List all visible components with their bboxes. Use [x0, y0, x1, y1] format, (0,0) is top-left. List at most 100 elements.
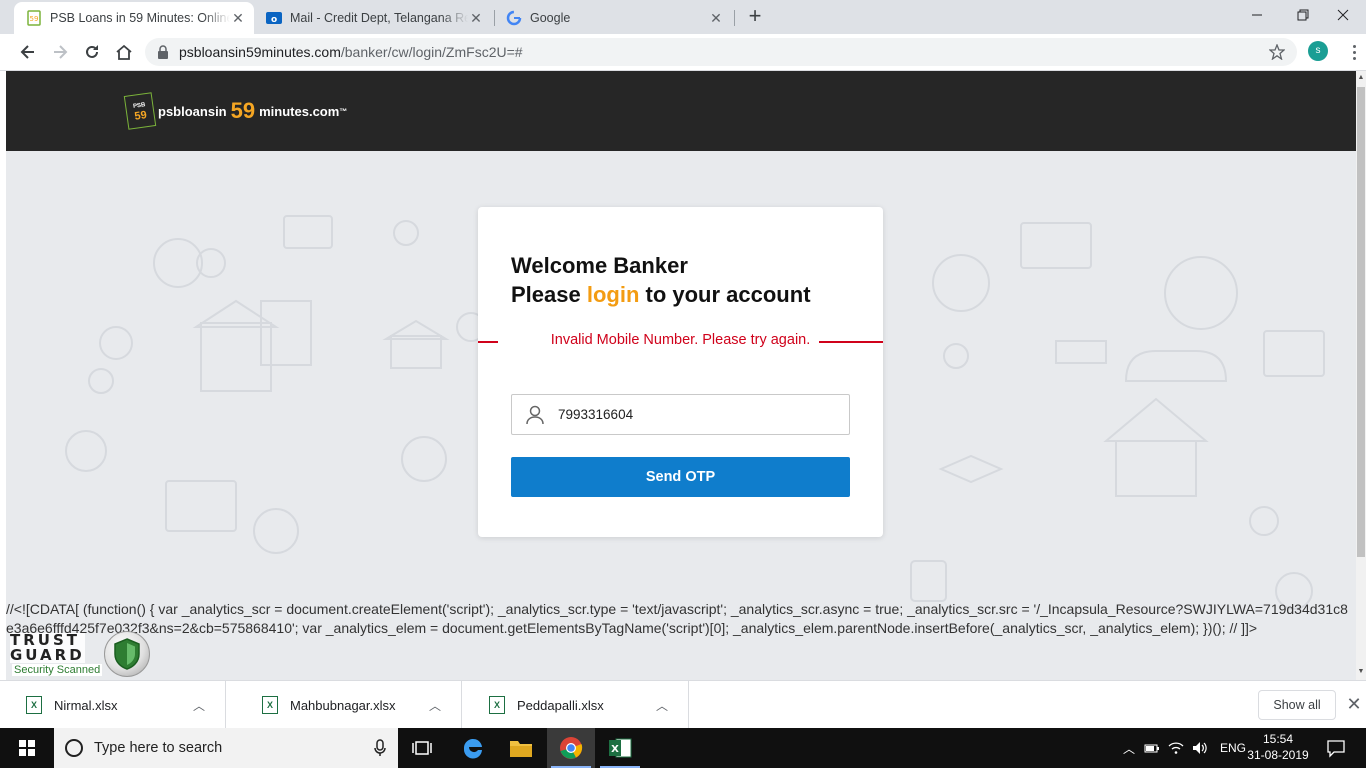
windows-logo-icon [19, 740, 35, 756]
login-card: Welcome Banker Please login to your acco… [478, 207, 883, 537]
taskbar-excel[interactable]: X [596, 728, 644, 768]
heading-post: to your account [639, 282, 811, 307]
trust-guard-seal[interactable]: TRUST GUARD Security Scanned [6, 631, 154, 679]
bookmark-star-icon[interactable] [1269, 44, 1285, 60]
battery-icon[interactable] [1144, 741, 1160, 755]
address-bar[interactable]: psbloansin59minutes.com/banker/cw/login/… [145, 38, 1297, 66]
restore-icon [1297, 9, 1309, 21]
mobile-number-field[interactable] [511, 394, 850, 435]
scroll-down-arrow-icon[interactable]: ▼ [1357, 667, 1365, 677]
microphone-icon[interactable] [374, 739, 386, 757]
taskbar-edge[interactable] [449, 728, 497, 768]
tab-close-icon[interactable]: ✕ [468, 10, 484, 26]
download-filename: Nirmal.xlsx [54, 697, 118, 713]
new-tab-button[interactable]: + [743, 5, 767, 29]
taskbar-clock[interactable]: 15:54 31-08-2019 [1244, 731, 1312, 763]
error-message: Invalid Mobile Number. Please try again. [550, 332, 811, 348]
minimize-icon [1252, 14, 1262, 16]
download-item[interactable]: X Mahbubnagar.xlsx ︿ [236, 681, 462, 729]
trust-guard-subtitle: Security Scanned [12, 664, 103, 676]
task-view-button[interactable] [398, 728, 446, 768]
site-header: PSB 59 psbloansin 59 minutes.com ™ [6, 71, 1356, 151]
tab-psb-loans[interactable]: 59 PSB Loans in 59 Minutes: Online ✕ [14, 2, 254, 34]
svg-text:o: o [271, 15, 277, 25]
excel-file-icon: X [489, 696, 505, 714]
user-icon [512, 395, 558, 434]
chevron-up-icon[interactable]: ︿ [187, 697, 211, 714]
svg-text:X: X [611, 744, 619, 755]
wifi-icon[interactable] [1168, 741, 1184, 755]
profile-avatar[interactable]: s [1308, 41, 1328, 61]
download-filename: Mahbubnagar.xlsx [290, 697, 396, 713]
home-button[interactable] [110, 38, 138, 66]
windows-taskbar: Type here to search X ︿ ENG 15:54 31-08-… [0, 728, 1366, 768]
download-filename: Peddapalli.xlsx [517, 697, 604, 713]
scroll-up-arrow-icon[interactable]: ▲ [1357, 73, 1365, 83]
tab-separator [734, 10, 735, 26]
shield-icon [104, 631, 150, 677]
excel-icon: X [609, 738, 632, 758]
excel-file-icon: X [262, 696, 278, 714]
chevron-up-icon[interactable]: ︿ [650, 697, 674, 714]
search-placeholder: Type here to search [94, 740, 223, 756]
reload-icon [86, 45, 98, 58]
chevron-up-icon[interactable]: ︿ [1120, 740, 1138, 757]
notifications-icon[interactable] [1326, 738, 1346, 758]
tab-title: Google [530, 11, 571, 25]
tab-close-icon[interactable]: ✕ [230, 10, 246, 26]
logo-number: 59 [230, 98, 256, 123]
forward-button[interactable] [46, 38, 74, 66]
system-tray: ︿ ENG [1120, 728, 1246, 768]
trust-guard-logo: TRUST GUARD [10, 631, 85, 664]
logo-suffix: minutes.com [259, 103, 340, 119]
close-window-button[interactable] [1320, 0, 1366, 30]
excel-file-icon: X [26, 696, 42, 714]
error-rule-right [819, 341, 883, 343]
logo-tm: ™ [339, 106, 348, 116]
url-host: psbloansin59minutes.com [179, 44, 341, 60]
page-scrollbar[interactable]: ▲ ▼ [1356, 71, 1366, 680]
mobile-number-input[interactable] [558, 407, 838, 422]
heading-pre: Please [511, 282, 587, 307]
folder-icon [510, 741, 532, 757]
taskbar-chrome[interactable] [547, 728, 595, 768]
heading-line2: Please login to your account [511, 280, 811, 309]
site-logo[interactable]: PSB 59 psbloansin 59 minutes.com ™ [123, 91, 348, 131]
send-otp-button[interactable]: Send OTP [511, 457, 850, 497]
scroll-thumb[interactable] [1357, 87, 1365, 557]
outlook-icon: o [266, 10, 282, 26]
chrome-icon [560, 737, 583, 759]
start-button[interactable] [0, 728, 54, 768]
tab-title: Mail - Credit Dept, Telangana Re [290, 11, 468, 25]
download-item[interactable]: X Peddapalli.xlsx ︿ [463, 681, 689, 729]
login-heading: Welcome Banker Please login to your acco… [511, 251, 811, 309]
logo-prefix: psbloansin [158, 103, 227, 119]
minimize-button[interactable] [1234, 0, 1280, 30]
heading-accent: login [586, 282, 640, 307]
clock-time: 15:54 [1262, 732, 1294, 746]
task-view-icon [412, 741, 432, 755]
taskbar-search-box[interactable]: Type here to search [54, 728, 398, 768]
show-all-downloads-button[interactable]: Show all [1258, 690, 1336, 720]
svg-text:59: 59 [30, 15, 39, 23]
edge-icon [463, 738, 482, 759]
psb-favicon-icon: 59 [26, 10, 42, 26]
reload-button[interactable] [78, 38, 106, 66]
tab-mail[interactable]: o Mail - Credit Dept, Telangana Re ✕ [254, 2, 492, 34]
url-path: /banker/cw/login/ZmFsc2U=# [340, 44, 523, 60]
tab-google[interactable]: Google ✕ [494, 2, 732, 34]
chevron-up-icon[interactable]: ︿ [423, 697, 447, 714]
language-indicator[interactable]: ENG [1220, 741, 1246, 755]
search-icon [65, 739, 83, 757]
taskbar-file-explorer[interactable] [497, 728, 545, 768]
logo-badge-num: 59 [133, 109, 148, 123]
volume-icon[interactable] [1192, 741, 1208, 755]
browser-menu-icon[interactable] [1346, 40, 1362, 64]
close-icon [1337, 9, 1349, 21]
download-item[interactable]: X Nirmal.xlsx ︿ [0, 681, 226, 729]
logo-badge: PSB 59 [123, 92, 157, 130]
back-button[interactable] [14, 38, 42, 66]
tab-close-icon[interactable]: ✕ [708, 10, 724, 26]
heading-line1: Welcome Banker [511, 253, 688, 278]
close-downloads-icon[interactable]: ✕ [1344, 694, 1364, 714]
